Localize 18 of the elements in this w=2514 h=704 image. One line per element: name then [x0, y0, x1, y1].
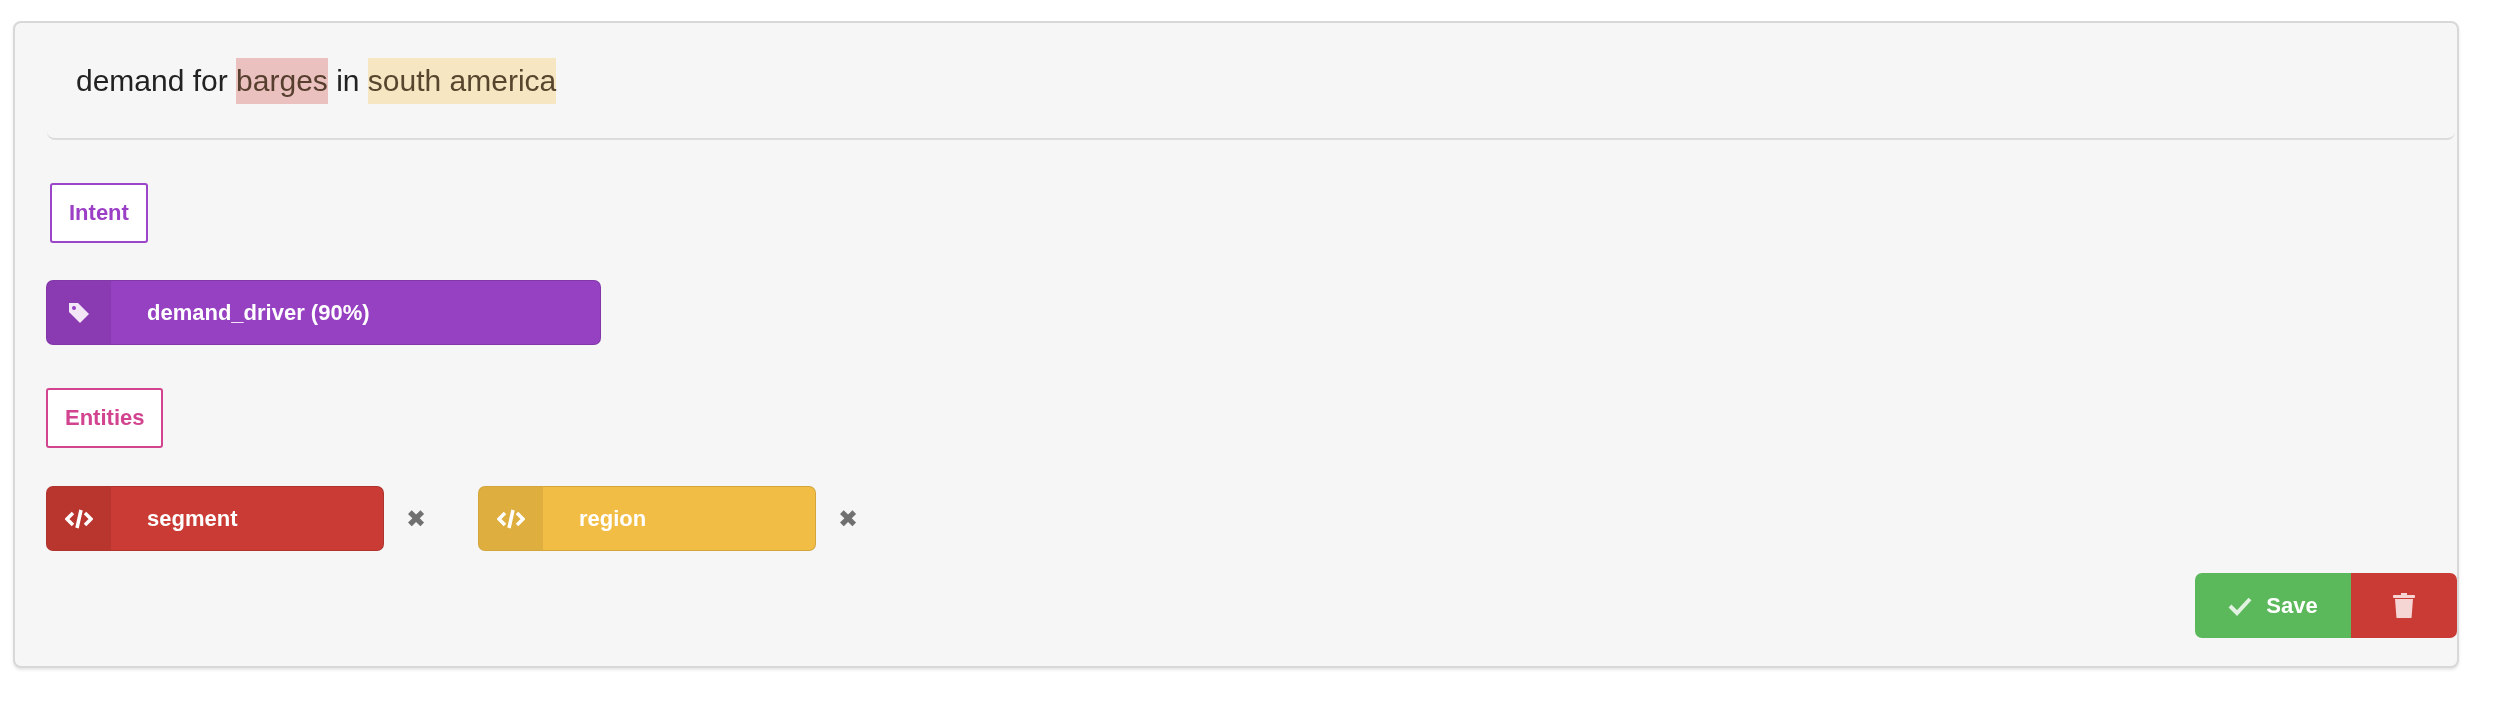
utterance-text: demand for	[76, 62, 229, 99]
delete-button[interactable]	[2351, 573, 2457, 638]
utterance-field[interactable]: demand for barges in south america	[47, 23, 2455, 140]
highlighted-word: south america	[367, 57, 557, 104]
remove-icon[interactable]: ✖	[838, 504, 858, 533]
highlighted-word: barges	[236, 57, 328, 104]
trash-icon	[2393, 592, 2415, 619]
check-icon	[2228, 595, 2253, 616]
intent-tag[interactable]: demand_driver (90%)	[46, 280, 601, 345]
code-icon	[497, 507, 525, 530]
entity-tag[interactable]: segment	[46, 486, 384, 551]
intent-heading: Intent	[50, 183, 148, 243]
utterance-text: in	[335, 62, 361, 99]
remove-icon[interactable]: ✖	[406, 504, 426, 533]
entities-heading: Entities	[46, 388, 164, 448]
tag-icon	[67, 300, 91, 325]
code-icon	[65, 507, 93, 530]
save-button[interactable]: Save	[2195, 573, 2351, 638]
